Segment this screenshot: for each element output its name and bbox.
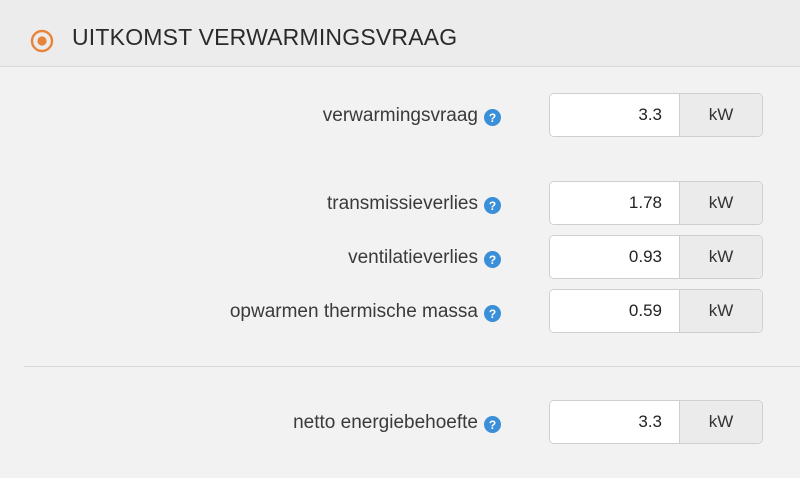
help-icon[interactable]: ? bbox=[484, 251, 501, 268]
result-field: 0.59 kW bbox=[549, 289, 763, 333]
svg-text:?: ? bbox=[489, 307, 496, 321]
unit-addon: kW bbox=[679, 94, 762, 136]
unit-addon: kW bbox=[679, 182, 762, 224]
result-value[interactable]: 1.78 bbox=[550, 182, 679, 224]
panel-header: UITKOMST VERWARMINGSVRAAG bbox=[0, 0, 800, 67]
result-value[interactable]: 0.59 bbox=[550, 290, 679, 332]
result-row-netto-energiebehoefte: netto energiebehoefte ? 3.3 kW bbox=[0, 400, 800, 446]
svg-text:?: ? bbox=[489, 199, 496, 213]
result-value[interactable]: 3.3 bbox=[550, 94, 679, 136]
row-label: netto energiebehoefte bbox=[293, 412, 478, 433]
result-value[interactable]: 0.93 bbox=[550, 236, 679, 278]
panel-title: UITKOMST VERWARMINGSVRAAG bbox=[72, 24, 458, 50]
unit-addon: kW bbox=[679, 401, 762, 443]
result-field: 3.3 kW bbox=[549, 400, 763, 444]
help-icon[interactable]: ? bbox=[484, 197, 501, 214]
row-label: verwarmingsvraag bbox=[322, 105, 478, 126]
result-value[interactable]: 3.3 bbox=[550, 401, 679, 443]
row-label: transmissieverlies bbox=[327, 193, 478, 214]
row-label: ventilatieverlies bbox=[348, 247, 478, 268]
help-icon[interactable]: ? bbox=[484, 305, 501, 322]
svg-text:?: ? bbox=[489, 253, 496, 267]
section-divider bbox=[24, 366, 800, 367]
unit-addon: kW bbox=[679, 236, 762, 278]
svg-text:?: ? bbox=[489, 111, 496, 125]
result-row-transmissieverlies: transmissieverlies ? 1.78 kW bbox=[0, 181, 800, 227]
row-label: opwarmen thermische massa bbox=[229, 301, 478, 322]
result-panel: UITKOMST VERWARMINGSVRAAG verwarmingsvra… bbox=[0, 0, 800, 478]
result-row-opwarmen-thermische-massa: opwarmen thermische massa ? 0.59 kW bbox=[0, 289, 800, 335]
result-field: 1.78 kW bbox=[549, 181, 763, 225]
result-field: 3.3 kW bbox=[549, 93, 763, 137]
help-icon[interactable]: ? bbox=[484, 416, 501, 433]
svg-text:?: ? bbox=[489, 418, 496, 432]
result-field: 0.93 kW bbox=[549, 235, 763, 279]
unit-addon: kW bbox=[679, 290, 762, 332]
result-row-ventilatieverlies: ventilatieverlies ? 0.93 kW bbox=[0, 235, 800, 281]
help-icon[interactable]: ? bbox=[484, 109, 501, 126]
target-icon bbox=[30, 29, 54, 53]
result-row-verwarmingsvraag: verwarmingsvraag ? 3.3 kW bbox=[0, 93, 800, 139]
